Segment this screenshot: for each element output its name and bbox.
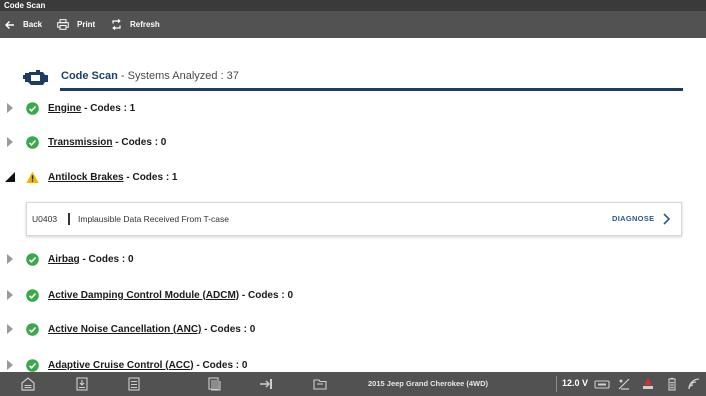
- status-ok-icon: [26, 322, 39, 336]
- system-row-acc[interactable]: Adaptive Cruise Control (ACC) - Codes : …: [0, 356, 700, 372]
- status-ok-icon: [26, 252, 39, 266]
- dtc-code: U0403: [32, 214, 58, 224]
- status-ok-icon: [26, 288, 39, 302]
- system-codes: - Codes : 0: [239, 289, 294, 301]
- vehicle-name: 2015 Jeep Grand Cherokee (4WD): [368, 379, 489, 388]
- code-scan-content: Code Scan - Systems Analyzed : 37 Engine…: [0, 38, 706, 372]
- top-toolbar: Back Print Refresh: [0, 11, 706, 38]
- print-label: Print: [77, 20, 96, 29]
- page-title: Code Scan - Systems Analyzed : 37: [61, 69, 239, 83]
- bottom-taskbar: 2015 Jeep Grand Cherokee (4WD) 12.0 V: [0, 372, 706, 396]
- back-arrow-icon: [5, 20, 14, 29]
- expand-arrow-icon[interactable]: [6, 324, 14, 334]
- engine-icon: [23, 70, 48, 85]
- dtc-description: Implausible Data Received From T-case: [78, 214, 230, 224]
- document-icon[interactable]: [207, 377, 221, 391]
- status-ok-icon: [26, 135, 39, 149]
- refresh-icon: [112, 19, 121, 30]
- home-icon[interactable]: [21, 377, 35, 391]
- vehicle-info-icon[interactable]: [75, 377, 89, 391]
- status-divider: [556, 376, 557, 392]
- system-name[interactable]: Adaptive Cruise Control (ACC): [48, 360, 194, 371]
- back-label: Back: [23, 20, 43, 29]
- systems-analyzed-count: - Systems Analyzed : 37: [117, 70, 239, 82]
- print-button[interactable]: Print: [57, 11, 95, 38]
- battery-icon: [668, 377, 676, 391]
- system-name[interactable]: Active Damping Control Module (ADCM): [48, 290, 239, 301]
- system-codes: - Codes : 0: [79, 253, 134, 265]
- system-codes: - Codes : 0: [193, 359, 248, 371]
- system-name[interactable]: Airbag: [48, 254, 80, 265]
- collapse-arrow-icon[interactable]: [5, 172, 15, 182]
- back-button[interactable]: Back: [5, 11, 42, 38]
- system-codes: - Codes : 0: [201, 323, 256, 335]
- refresh-button[interactable]: Refresh: [111, 11, 160, 38]
- header-divider: [60, 88, 683, 91]
- system-codes: - Codes : 0: [112, 136, 167, 148]
- folder-icon[interactable]: [313, 377, 327, 391]
- system-row-anc[interactable]: Active Noise Cancellation (ANC) - Codes …: [0, 320, 700, 338]
- status-warning-icon: [26, 171, 39, 183]
- status-ok-icon: [26, 358, 39, 372]
- system-codes: - Codes : 1: [123, 171, 178, 183]
- data-list-icon[interactable]: [127, 377, 141, 391]
- wifi-signal-icon: [688, 378, 700, 390]
- expand-arrow-icon[interactable]: [6, 103, 14, 113]
- window-title: Code Scan: [4, 1, 46, 10]
- connect-arrow-icon[interactable]: [259, 377, 273, 391]
- alert-icon: [643, 378, 653, 389]
- system-name[interactable]: Active Noise Cancellation (ANC): [48, 324, 201, 335]
- refresh-label: Refresh: [130, 20, 160, 29]
- window-title-bar: Code Scan: [0, 0, 706, 11]
- system-row-adcm[interactable]: Active Damping Control Module (ADCM) - C…: [0, 286, 700, 304]
- system-row-airbag[interactable]: Airbag - Codes : 0: [0, 250, 700, 268]
- dtc-card[interactable]: U0403 Implausible Data Received From T-c…: [26, 202, 682, 236]
- page-title-main: Code Scan: [61, 70, 118, 82]
- expand-arrow-icon[interactable]: [6, 360, 14, 370]
- vci-connector-icon: [594, 380, 610, 389]
- dtc-separator: [68, 213, 70, 225]
- battery-voltage: 12.0 V: [562, 378, 589, 388]
- printer-icon: [57, 19, 69, 30]
- system-row-engine[interactable]: Engine - Codes : 1: [0, 99, 700, 117]
- diagnose-button[interactable]: DIAGNOSE: [612, 214, 654, 223]
- no-connection-icon: [618, 378, 630, 390]
- system-name[interactable]: Antilock Brakes: [48, 172, 124, 183]
- expand-arrow-icon[interactable]: [6, 137, 14, 147]
- system-row-transmission[interactable]: Transmission - Codes : 0: [0, 133, 700, 151]
- expand-arrow-icon[interactable]: [6, 290, 14, 300]
- system-codes: - Codes : 1: [81, 102, 136, 114]
- chevron-right-icon[interactable]: [663, 213, 670, 225]
- system-name[interactable]: Transmission: [48, 137, 112, 148]
- system-name[interactable]: Engine: [48, 103, 81, 114]
- status-ok-icon: [26, 101, 39, 115]
- expand-arrow-icon[interactable]: [6, 254, 14, 264]
- system-row-antilock-brakes[interactable]: Antilock Brakes - Codes : 1: [0, 168, 700, 186]
